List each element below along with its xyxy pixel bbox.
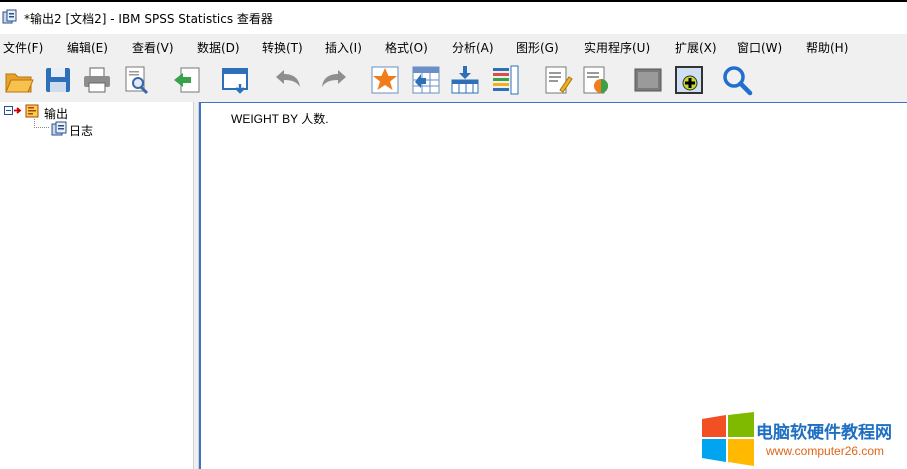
goto-case-icon[interactable]	[410, 64, 442, 96]
variables-icon[interactable]	[489, 64, 521, 96]
menu-view[interactable]: 查看(V)	[132, 39, 174, 56]
redo-icon[interactable]	[318, 64, 350, 96]
tree-item-log[interactable]: 日志	[69, 122, 93, 139]
menu-help[interactable]: 帮助(H)	[806, 39, 848, 56]
menu-edit[interactable]: 编辑(E)	[67, 39, 108, 56]
window-title: *输出2 [文档2] - IBM SPSS Statistics 查看器	[24, 12, 273, 26]
watermark-title: 电脑软硬件教程网	[756, 423, 892, 443]
menu-analyze[interactable]: 分析(A)	[452, 39, 494, 56]
outline-pane: 输出 日志	[0, 102, 193, 469]
tree-expander-icon[interactable]	[4, 105, 24, 120]
spss-viewer-icon	[2, 9, 18, 25]
menu-utilities[interactable]: 实用程序(U)	[584, 39, 650, 56]
designate-window-icon[interactable]	[542, 64, 574, 96]
print-icon[interactable]	[81, 64, 113, 96]
toolbar	[0, 58, 907, 103]
menu-transform[interactable]: 转换(T)	[262, 39, 303, 56]
windows-logo-icon	[702, 412, 754, 469]
recall-dialog-icon[interactable]	[220, 64, 252, 96]
goto-data-icon[interactable]	[369, 64, 401, 96]
export-icon[interactable]	[172, 64, 204, 96]
menu-graphs[interactable]: 图形(G)	[516, 39, 559, 56]
hide-icon[interactable]	[632, 64, 664, 96]
goto-variable-icon[interactable]	[449, 64, 481, 96]
menu-insert[interactable]: 插入(I)	[325, 39, 362, 56]
menu-extensions[interactable]: 扩展(X)	[675, 39, 717, 56]
find-icon[interactable]	[721, 64, 753, 96]
watermark: 电脑软硬件教程网 www.computer26.com	[700, 410, 907, 469]
tree-connector	[34, 119, 50, 134]
undo-icon[interactable]	[272, 64, 304, 96]
log-icon	[51, 121, 67, 139]
title-bar: *输出2 [文档2] - IBM SPSS Statistics 查看器	[0, 2, 907, 32]
show-hidden-icon[interactable]	[580, 64, 612, 96]
open-folder-icon[interactable]	[3, 64, 35, 96]
watermark-url: www.computer26.com	[766, 444, 885, 458]
menu-window[interactable]: 窗口(W)	[737, 39, 782, 56]
menu-bar: 文件(F) 编辑(E) 查看(V) 数据(D) 转换(T) 插入(I) 格式(O…	[0, 34, 907, 58]
menu-format[interactable]: 格式(O)	[385, 39, 428, 56]
menu-file[interactable]: 文件(F)	[3, 39, 43, 56]
log-command-text[interactable]: WEIGHT BY 人数.	[231, 110, 329, 127]
save-icon[interactable]	[42, 64, 74, 96]
insert-output-icon[interactable]	[673, 64, 705, 96]
print-preview-icon[interactable]	[120, 64, 152, 96]
menu-data[interactable]: 数据(D)	[197, 39, 240, 56]
